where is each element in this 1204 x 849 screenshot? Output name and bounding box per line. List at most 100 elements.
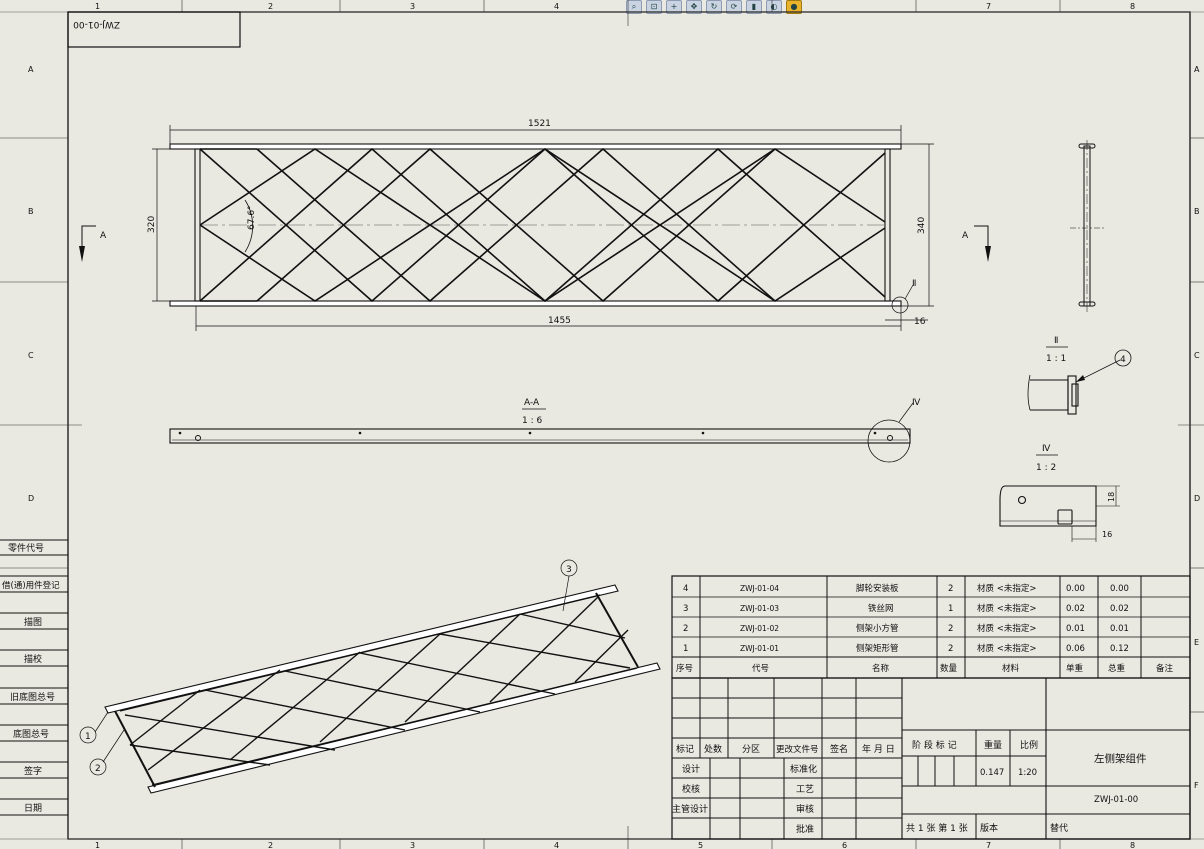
isometric-view[interactable]: 1 2 3 [79, 559, 661, 794]
drawing-sheet: 1 2 3 4 7 8 1 2 3 4 5 6 7 8 A B C D A B … [0, 0, 1204, 849]
bottom-rail [169, 300, 902, 307]
col-label: 3 [410, 2, 415, 11]
svg-text:分区: 分区 [742, 744, 760, 755]
col-label: 2 [268, 2, 273, 11]
section-title: A-A [524, 398, 540, 408]
sheet-info: 共 1 张 第 1 张 [906, 822, 968, 834]
inner-frame [67, 11, 1191, 840]
svg-text:单重: 单重 [1066, 663, 1084, 674]
detail-ii-view[interactable]: Ⅱ 1 : 1 4 [1027, 336, 1132, 415]
bom-header: 序号 代号 名称 数量 材料 单重 总重 备注 [676, 663, 1174, 674]
svg-text:0.00: 0.00 [1066, 584, 1085, 594]
left-label: 旧底图总号 [10, 691, 55, 703]
svg-text:脚轮安装板: 脚轮安装板 [856, 583, 899, 594]
row-label: C [1194, 351, 1200, 360]
drawing-number: ZWJ-01-00 [1094, 795, 1138, 805]
section-marker-right: A [962, 225, 991, 262]
left-label: 零件代号 [8, 542, 44, 554]
svg-text:铁丝网: 铁丝网 [868, 603, 894, 614]
front-view[interactable]: 67.6° 1521 1455 320 340 16 Ⅱ [147, 119, 934, 331]
col-label: 3 [410, 841, 415, 849]
svg-text:批准: 批准 [796, 823, 814, 835]
svg-text:0.12: 0.12 [1110, 644, 1129, 654]
col-label: 7 [986, 841, 991, 849]
dim-height-left: 320 [147, 216, 157, 233]
scale-label: 比例 [1020, 739, 1038, 751]
dim-height: 18 [1107, 492, 1116, 502]
side-view[interactable] [1070, 140, 1104, 312]
svg-text:ZWJ-01-02: ZWJ-01-02 [740, 624, 779, 633]
svg-text:工艺: 工艺 [796, 784, 814, 795]
bom-row: 4 ZWJ-01-04 脚轮安装板 2 材质 <未指定> 0.00 0.00 [683, 583, 1129, 594]
dim-length-total: 1521 [528, 119, 551, 129]
svg-text:ZWJ-01-03: ZWJ-01-03 [740, 604, 779, 613]
bom-row: 2 ZWJ-01-02 侧架小方管 2 材质 <未指定> 0.01 0.01 [683, 623, 1129, 634]
row-label: A [28, 65, 34, 74]
left-label: 底图总号 [13, 728, 49, 740]
left-column-labels: 零件代号 借(通)用件登记 描图 描校 旧底图总号 底图总号 签字 日期 [2, 542, 60, 814]
title-block-text: 标记 处数 分区 更改文件号 签名 年 月 日 设计 校核 主管设计 标准化 工… [672, 739, 1147, 835]
svg-text:侧架矩形管: 侧架矩形管 [856, 643, 899, 654]
col-label: 8 [1130, 2, 1135, 11]
detail-callout-iv: Ⅳ [912, 398, 921, 408]
svg-text:3: 3 [683, 604, 688, 614]
detail-ii-title: Ⅱ [1054, 336, 1058, 346]
svg-text:0.06: 0.06 [1066, 644, 1085, 654]
detail-iv-view[interactable]: Ⅳ 1 : 2 18 16 [999, 444, 1120, 542]
version-label: 版本 [980, 822, 998, 834]
zone-labels: 1 2 3 4 7 8 1 2 3 4 5 6 7 8 A B C D A B … [28, 2, 1200, 849]
row-label: B [1194, 207, 1200, 216]
bom-row: 3 ZWJ-01-03 铁丝网 1 材质 <未指定> 0.02 0.02 [683, 603, 1129, 614]
svg-text:材质 <未指定>: 材质 <未指定> [977, 623, 1036, 634]
svg-text:材料: 材料 [1002, 663, 1020, 674]
col-label: 1 [95, 841, 100, 849]
svg-text:1: 1 [683, 644, 688, 654]
svg-text:2: 2 [683, 624, 688, 634]
svg-text:名称: 名称 [872, 663, 890, 674]
svg-text:ZWJ-01-04: ZWJ-01-04 [740, 584, 779, 593]
column-ticks [0, 0, 1204, 849]
svg-text:0.01: 0.01 [1066, 624, 1085, 634]
stage-label: 阶 段 标 记 [912, 739, 957, 751]
col-label: 6 [842, 841, 847, 849]
weight-value: 0.147 [980, 768, 1004, 778]
row-label: C [28, 351, 34, 360]
svg-text:侧架小方管: 侧架小方管 [856, 623, 899, 634]
col-label: 4 [554, 2, 559, 11]
row-label: D [1194, 494, 1200, 503]
svg-text:2: 2 [948, 624, 953, 634]
dim-length-inner: 1455 [548, 316, 571, 326]
row-label: E [1194, 638, 1199, 647]
svg-text:签名: 签名 [830, 743, 848, 755]
svg-text:ZWJ-01-01: ZWJ-01-01 [740, 644, 779, 653]
svg-text:2: 2 [948, 644, 953, 654]
section-marker-left: A [79, 225, 107, 262]
svg-text:0.01: 0.01 [1110, 624, 1129, 634]
svg-text:主管设计: 主管设计 [672, 803, 708, 815]
left-label: 日期 [24, 803, 42, 814]
svg-text:0.02: 0.02 [1066, 604, 1085, 614]
svg-text:序号: 序号 [676, 663, 693, 674]
detail-iv-scale: 1 : 2 [1036, 463, 1056, 473]
left-label: 描校 [24, 653, 42, 665]
svg-text:审核: 审核 [796, 803, 814, 815]
col-label: 2 [268, 841, 273, 849]
detail-ii-scale: 1 : 1 [1046, 354, 1066, 364]
balloon-1: 1 [85, 732, 91, 742]
left-post [194, 148, 201, 302]
svg-text:数量: 数量 [940, 663, 958, 674]
mirrored-title-tag: ZWJ-01-00 [73, 19, 120, 29]
dim-end-gap: 16 [914, 317, 926, 327]
svg-text:材质 <未指定>: 材质 <未指定> [977, 643, 1036, 654]
replace-label: 替代 [1050, 822, 1068, 834]
drawing-title: 左侧架组件 [1094, 752, 1147, 765]
svg-text:4: 4 [683, 584, 688, 594]
right-post [884, 148, 891, 302]
left-label: 借(通)用件登记 [2, 580, 60, 591]
balloon-2: 2 [95, 764, 101, 774]
col-label: 5 [698, 841, 703, 849]
row-label: B [28, 207, 34, 216]
dim-height-right: 340 [917, 217, 927, 234]
section-view-a-a[interactable]: A-A 1 : 6 Ⅳ [169, 398, 921, 463]
weight-label: 重量 [984, 739, 1002, 751]
